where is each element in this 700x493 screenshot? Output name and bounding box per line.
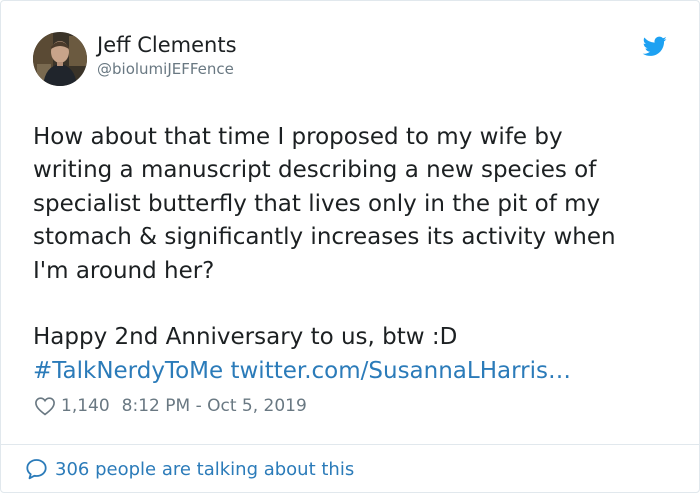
- twitter-bird-icon[interactable]: [642, 34, 668, 58]
- conversation-label: 306 people are talking about this: [55, 458, 355, 480]
- tweet-text-line: writing a manuscript describing a new sp…: [33, 157, 597, 184]
- tweet-text-line: I'm around her?: [33, 257, 215, 284]
- tweet-timestamp[interactable]: 8:12 PM - Oct 5, 2019: [122, 396, 307, 416]
- url-link[interactable]: twitter.com/SusannaLHarris…: [230, 358, 571, 384]
- tweet-card: Jeff Clements @biolumiJEFFence How about…: [0, 0, 700, 493]
- tweet-meta: 1,140 8:12 PM - Oct 5, 2019: [34, 393, 307, 419]
- tweet-text-line: How about that time I proposed to my wif…: [33, 124, 563, 150]
- comment-bubble-icon: [26, 459, 47, 480]
- hashtag-link[interactable]: #TalkNerdyToMe: [33, 358, 223, 384]
- conversation-link[interactable]: 306 people are talking about this: [24, 455, 354, 483]
- profile-photo-icon: [33, 32, 87, 86]
- divider: [1, 444, 699, 445]
- tweet-links-line: #TalkNerdyToMe twitter.com/SusannaLHarri…: [33, 355, 673, 388]
- tweet-text-line: specialist butterfly that lives only in …: [33, 190, 601, 217]
- tweet-text-line: stomach & significantly increases its ac…: [33, 224, 616, 251]
- tweet-text: How about that time I proposed to my wif…: [33, 121, 673, 388]
- author-handle[interactable]: @biolumiJEFFence: [97, 60, 234, 78]
- tweet-text-line: Happy 2nd Anniversary to us, btw :D: [33, 324, 458, 351]
- avatar[interactable]: [33, 32, 87, 86]
- like-count[interactable]: 1,140: [61, 396, 110, 416]
- heart-icon[interactable]: [34, 396, 56, 416]
- author-display-name[interactable]: Jeff Clements: [97, 33, 237, 57]
